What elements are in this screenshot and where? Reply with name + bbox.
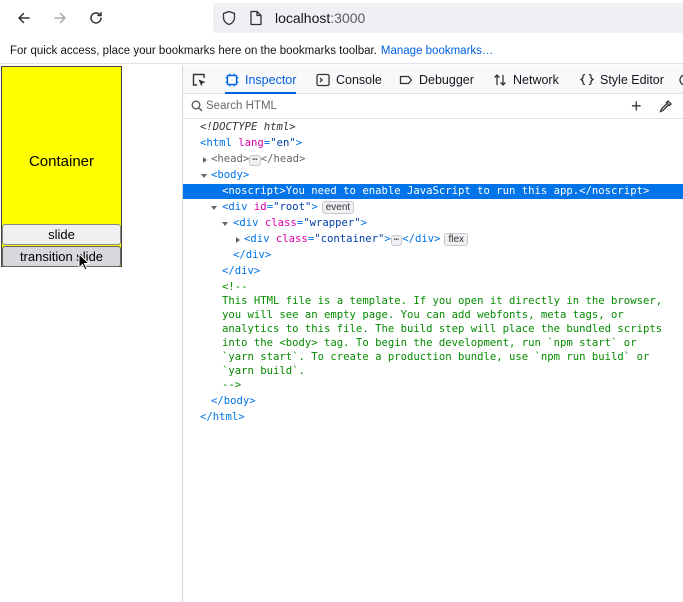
tab-style-editor-label: Style Editor (600, 72, 664, 87)
navigation-toolbar: localhost:3000 (0, 0, 683, 36)
console-icon (316, 73, 330, 86)
search-html-input[interactable]: Search HTML (206, 100, 277, 112)
comment-line: into the <body> tag. To begin the develo… (222, 337, 637, 349)
comment-line: This HTML file is a template. If you ope… (222, 295, 663, 307)
collapse-body-icon[interactable] (200, 172, 208, 180)
expand-container-icon[interactable] (234, 236, 242, 244)
wrapper-div-node[interactable]: <div class="wrapper"> (233, 216, 367, 231)
url-text: localhost:3000 (275, 10, 366, 26)
collapse-wrapper-icon[interactable] (221, 220, 229, 228)
slide-button[interactable]: slide (2, 224, 121, 245)
network-icon (494, 73, 506, 86)
collapse-root-icon[interactable] (210, 204, 218, 212)
manage-bookmarks-link[interactable]: Manage bookmarks… (381, 45, 494, 57)
tab-inspector-label: Inspector (245, 72, 297, 87)
html-close-tag[interactable]: </html> (200, 410, 245, 425)
style-editor-icon (580, 73, 594, 85)
container-div-node[interactable]: <div class="container"> ⋯ </div> flex (244, 232, 469, 247)
root-close-tag[interactable]: </div> (222, 264, 260, 279)
url-bar[interactable]: localhost:3000 (213, 3, 683, 33)
html-search-bar: Search HTML + (183, 95, 683, 119)
body-close-tag[interactable]: </body> (211, 394, 256, 409)
collapsed-children-badge[interactable]: ⋯ (390, 235, 403, 246)
tab-debugger-label: Debugger (419, 72, 474, 87)
tab-debugger[interactable]: Debugger (399, 65, 474, 94)
comment-close: --> (222, 379, 242, 391)
container-label: Container (28, 153, 95, 170)
back-button[interactable] (10, 4, 38, 32)
mouse-cursor-icon (78, 253, 90, 271)
expand-head-icon[interactable] (201, 156, 209, 164)
noscript-node-selected[interactable]: <noscript>You need to enable JavaScript … (183, 184, 683, 199)
comment-line: you will see an empty page. You can add … (222, 309, 624, 321)
bookmarks-toolbar: For quick access, place your bookmarks h… (0, 38, 683, 64)
event-badge[interactable]: event (321, 201, 355, 214)
tab-style-editor[interactable]: Style Editor (580, 65, 664, 94)
tab-network[interactable]: Network (493, 65, 559, 94)
inspector-icon (225, 73, 239, 86)
comment-line: `yarn start`. To create a production bun… (222, 351, 650, 363)
back-arrow-icon (18, 12, 30, 24)
debugger-icon (399, 75, 413, 84)
page-icon[interactable] (249, 10, 263, 26)
devtools-panel: Inspector Console Debugger Network Style… (182, 65, 683, 602)
element-picker-icon[interactable] (191, 72, 207, 88)
html-node[interactable]: <html lang="en"> (200, 136, 302, 151)
bookmarks-hint-text: For quick access, place your bookmarks h… (10, 44, 377, 57)
forward-arrow-icon (54, 12, 66, 24)
wrapper-close-tag[interactable]: </div> (233, 248, 271, 263)
search-icon (191, 100, 203, 112)
transition-slide-button[interactable]: transition slide (2, 246, 121, 267)
shield-icon[interactable] (221, 10, 237, 26)
collapsed-children-badge[interactable]: ⋯ (249, 155, 261, 166)
tab-console[interactable]: Console (316, 65, 382, 94)
more-tabs-icon[interactable] (679, 73, 683, 87)
comment-line: `yarn build`. (222, 365, 305, 377)
body-node[interactable]: <body> (211, 168, 249, 183)
head-node[interactable]: <head> ⋯ </head> (211, 152, 305, 167)
doctype-node[interactable]: <!DOCTYPE html> (200, 120, 296, 135)
comment-line: analytics to this file. The build step w… (222, 323, 663, 335)
tab-console-label: Console (336, 72, 382, 87)
comment-open[interactable]: <!-- (222, 280, 248, 295)
root-div-node[interactable]: <div id="root"> event (222, 200, 355, 215)
forward-button[interactable] (46, 4, 74, 32)
devtools-tab-bar: Inspector Console Debugger Network Style… (183, 65, 683, 94)
add-node-icon[interactable]: + (631, 97, 642, 115)
tab-inspector[interactable]: Inspector (225, 65, 297, 94)
reload-icon (90, 11, 102, 24)
flex-badge[interactable]: flex (444, 233, 469, 246)
active-tab-indicator (225, 92, 297, 94)
reload-button[interactable] (82, 4, 110, 32)
page-viewport: Container slide transition slide (0, 65, 182, 602)
tab-network-label: Network (513, 72, 559, 87)
eyedropper-icon[interactable] (659, 99, 673, 113)
